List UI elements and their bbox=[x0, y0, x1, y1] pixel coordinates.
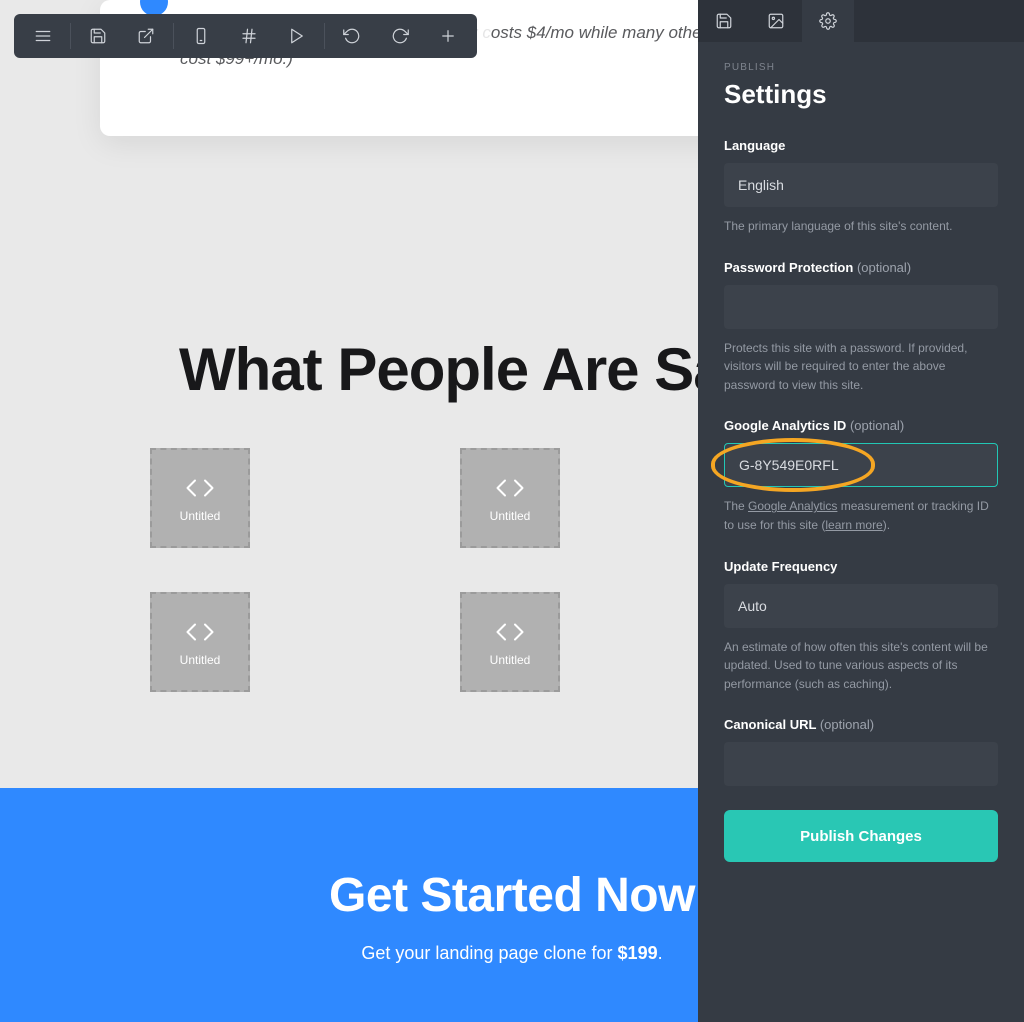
update-select[interactable]: Auto bbox=[724, 584, 998, 628]
analytics-label: Google Analytics ID (optional) bbox=[724, 418, 998, 433]
top-toolbar bbox=[14, 14, 477, 58]
tab-settings[interactable] bbox=[802, 0, 854, 42]
ga-link[interactable]: Google Analytics bbox=[748, 499, 837, 513]
side-tabs bbox=[698, 0, 1024, 42]
analytics-helper: The Google Analytics measurement or trac… bbox=[724, 497, 998, 534]
embed-placeholder[interactable]: Untitled bbox=[150, 448, 250, 548]
toolbar-separator bbox=[70, 23, 71, 49]
embed-placeholder[interactable]: Untitled bbox=[150, 592, 250, 692]
toolbar-separator bbox=[324, 23, 325, 49]
publish-button[interactable]: Publish Changes bbox=[724, 810, 998, 862]
panel-overline: PUBLISH bbox=[724, 62, 998, 73]
panel-title: Settings bbox=[724, 79, 998, 110]
panel-back-button[interactable] bbox=[964, 54, 978, 73]
chevron-down-icon bbox=[970, 177, 984, 194]
update-label: Update Frequency bbox=[724, 559, 998, 574]
password-helper: Protects this site with a password. If p… bbox=[724, 339, 998, 395]
preview-button[interactable] bbox=[274, 14, 320, 58]
language-select[interactable]: English bbox=[724, 163, 998, 207]
embed-placeholder[interactable]: Untitled bbox=[460, 448, 560, 548]
analytics-input[interactable] bbox=[724, 443, 998, 487]
redo-button[interactable] bbox=[377, 14, 423, 58]
canonical-label: Canonical URL (optional) bbox=[724, 717, 998, 732]
save-button[interactable] bbox=[75, 14, 121, 58]
undo-button[interactable] bbox=[329, 14, 375, 58]
panel-close-button[interactable] bbox=[992, 54, 1006, 73]
learn-more-link[interactable]: learn more bbox=[825, 518, 882, 532]
mobile-preview-button[interactable] bbox=[178, 14, 224, 58]
password-input[interactable] bbox=[724, 285, 998, 329]
add-button[interactable] bbox=[425, 14, 471, 58]
password-label: Password Protection (optional) bbox=[724, 260, 998, 275]
grid-button[interactable] bbox=[226, 14, 272, 58]
tab-save[interactable] bbox=[698, 0, 750, 42]
embed-placeholder[interactable]: Untitled bbox=[460, 592, 560, 692]
update-helper: An estimate of how often this site's con… bbox=[724, 638, 998, 694]
chevron-down-icon bbox=[970, 597, 984, 614]
settings-panel: PUBLISH Settings Language English The pr… bbox=[698, 0, 1024, 1022]
panel-nav bbox=[964, 54, 1006, 73]
language-helper: The primary language of this site's cont… bbox=[724, 217, 998, 236]
canonical-input[interactable] bbox=[724, 742, 998, 786]
toolbar-separator bbox=[173, 23, 174, 49]
language-label: Language bbox=[724, 138, 998, 153]
open-link-button[interactable] bbox=[123, 14, 169, 58]
tab-image[interactable] bbox=[750, 0, 802, 42]
menu-button[interactable] bbox=[20, 14, 66, 58]
